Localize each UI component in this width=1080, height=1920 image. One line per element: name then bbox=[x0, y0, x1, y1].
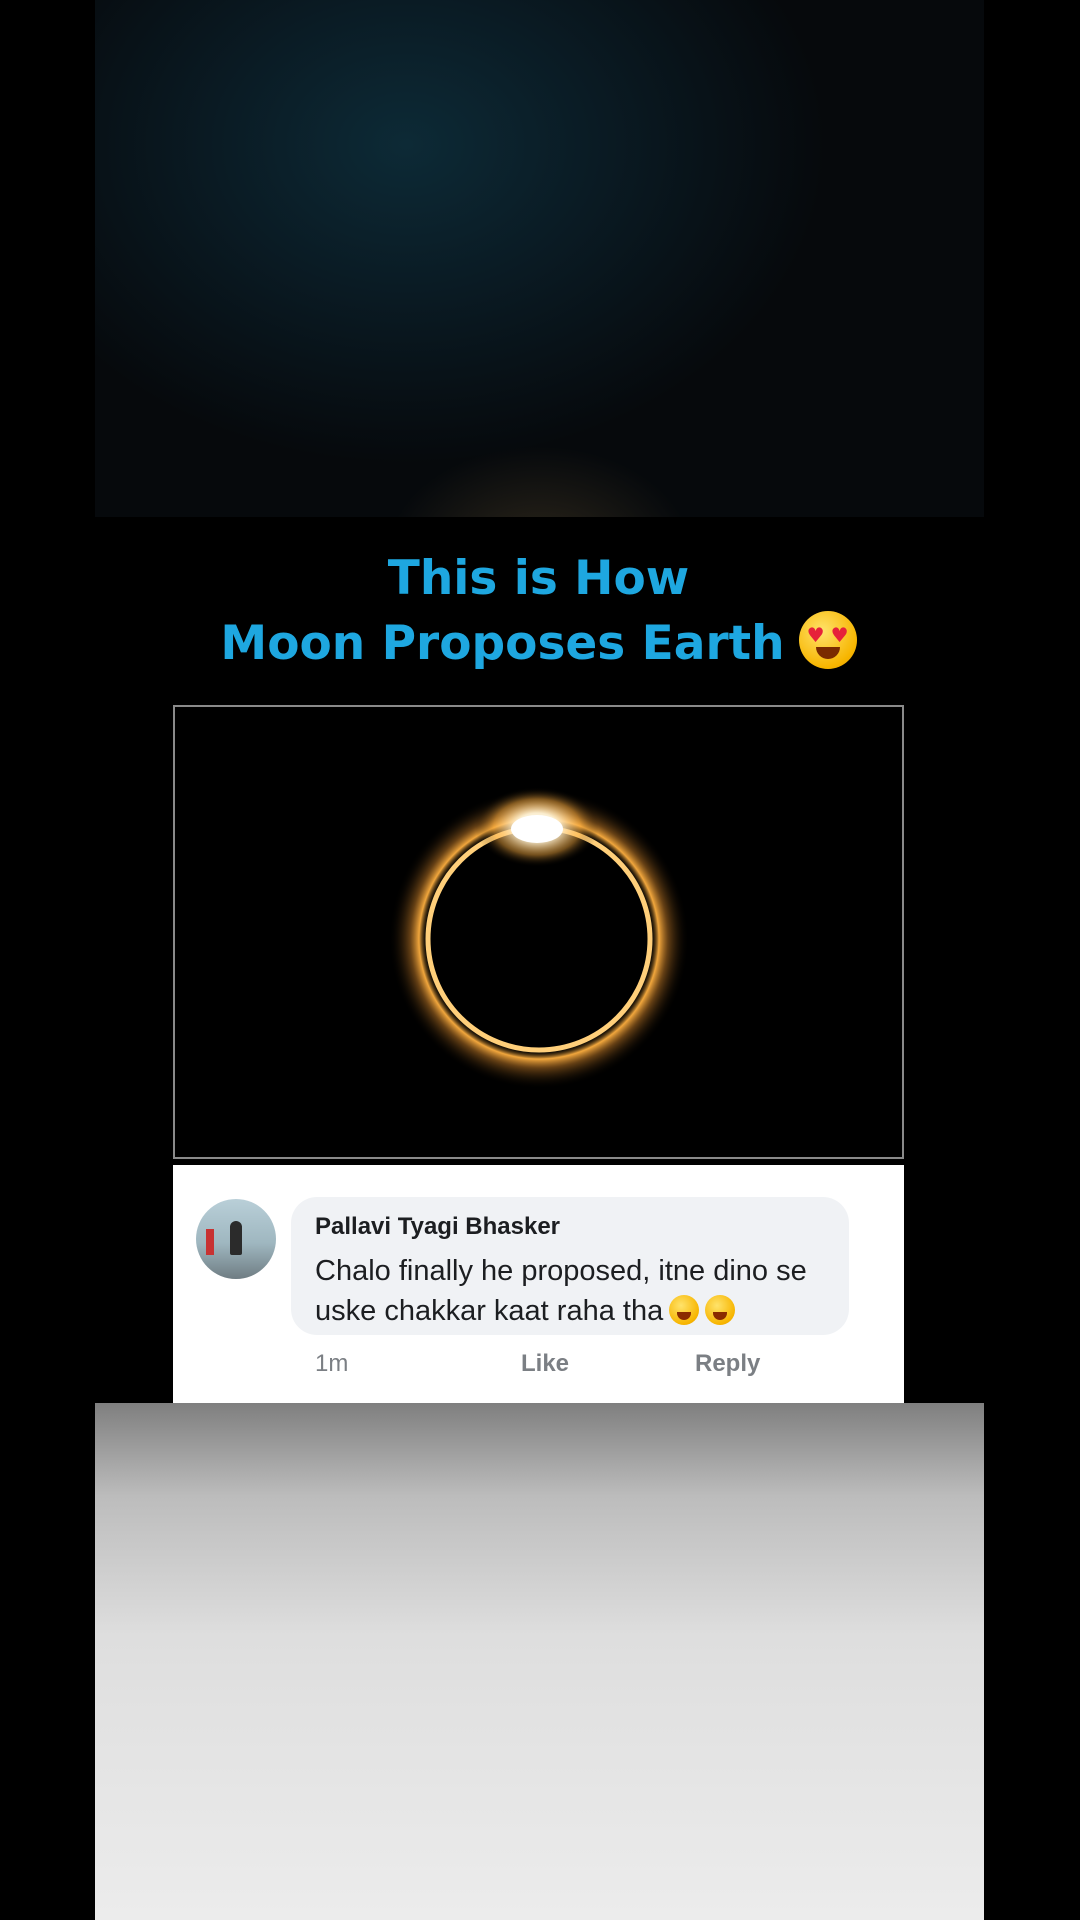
comment-timestamp: 1m bbox=[315, 1350, 349, 1377]
eclipse-photo bbox=[173, 705, 904, 1159]
laughing-emoji-icon bbox=[705, 1295, 736, 1325]
comment-author[interactable]: Pallavi Tyagi Bhasker bbox=[315, 1213, 560, 1241]
reply-button[interactable]: Reply bbox=[695, 1350, 760, 1378]
top-background-panel bbox=[95, 0, 984, 517]
headline-line-2: Moon Proposes Earth ♥ ♥ bbox=[173, 611, 904, 676]
diamond-ring-eclipse-image bbox=[175, 707, 902, 1157]
headline-line-2-text: Moon Proposes Earth bbox=[220, 616, 785, 671]
post-card: This is How Moon Proposes Earth ♥ ♥ Pall… bbox=[173, 517, 904, 1403]
post-headline: This is How Moon Proposes Earth ♥ ♥ bbox=[173, 547, 904, 676]
comment-bubble: Pallavi Tyagi Bhasker Chalo finally he p… bbox=[291, 1197, 849, 1335]
video-frame: This is How Moon Proposes Earth ♥ ♥ Pall… bbox=[0, 0, 1080, 1920]
headline-line-1: This is How bbox=[387, 551, 690, 606]
comment-actions: 1m Like Reply bbox=[173, 1350, 904, 1386]
like-button[interactable]: Like bbox=[521, 1350, 569, 1378]
squinting-tongue-emoji-icon bbox=[669, 1295, 700, 1325]
comment-card: Pallavi Tyagi Bhasker Chalo finally he p… bbox=[173, 1165, 904, 1403]
avatar[interactable] bbox=[196, 1199, 276, 1279]
bottom-background-panel bbox=[95, 1403, 984, 1920]
heart-eyes-emoji-icon: ♥ ♥ bbox=[798, 611, 857, 669]
comment-text: Chalo finally he proposed, itne dino se … bbox=[315, 1251, 835, 1331]
